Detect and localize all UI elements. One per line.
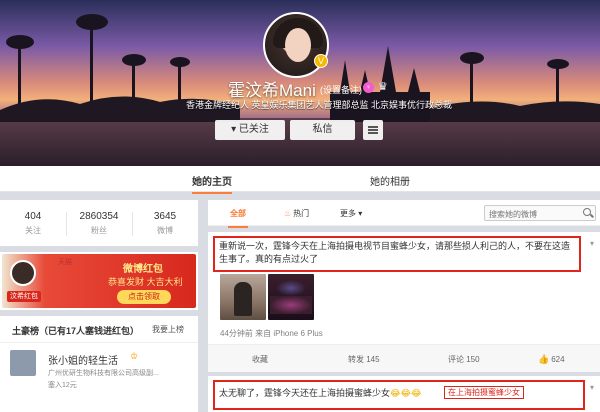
- menu-icon-bar: [368, 132, 378, 134]
- chevron-down-icon: ▾: [231, 124, 237, 135]
- stat-label: 微博: [157, 226, 173, 235]
- stat-label: 粉丝: [91, 226, 107, 235]
- post-image[interactable]: [220, 274, 266, 320]
- red-packet-title: 微博红包: [123, 264, 163, 275]
- profile-bio: 香港金牌经纪人 英皇娱乐集团艺人管理部总监 北京娱事优行政总裁: [186, 100, 453, 110]
- tab-home[interactable]: 她的主页: [192, 173, 232, 194]
- stat-value: 2860354: [79, 211, 119, 222]
- menu-icon-bar: [368, 126, 378, 128]
- filter-tab-hot-label: 热门: [293, 209, 310, 218]
- filter-tab-more[interactable]: 更多 ▾: [340, 208, 362, 219]
- avatar-face: [285, 28, 311, 62]
- post-text: 重新说一次，霆锋今天在上海拍摄电视节目蜜蜂少女，请那些损人利己的人，不要在这造生…: [213, 236, 581, 272]
- follow-button[interactable]: ▾ 已关注: [215, 120, 285, 140]
- red-packet-sponsor: 天猫: [58, 259, 72, 266]
- post-options-chevron-icon[interactable]: ▾: [590, 239, 594, 248]
- repost-button[interactable]: 转发 145: [348, 354, 380, 365]
- post-meta[interactable]: 44分钟前 来自 iPhone 6 Plus: [220, 328, 323, 339]
- divider: [0, 342, 198, 343]
- crown-icon: ♔: [130, 351, 139, 361]
- weibo-search-box[interactable]: [484, 205, 596, 222]
- menu-icon-bar: [368, 129, 378, 131]
- join-ranking-button[interactable]: 我要上榜: [152, 324, 184, 335]
- verified-badge-icon: V: [314, 54, 328, 68]
- weibo-search-input[interactable]: [485, 207, 577, 222]
- red-packet-owner-tag: 汶希红包: [7, 291, 41, 302]
- fire-icon: ♨: [284, 209, 292, 218]
- ranking-user-name[interactable]: 张小姐的轻生活: [48, 352, 118, 367]
- crown-icon: ♛: [378, 81, 388, 93]
- profile-avatar[interactable]: [263, 12, 329, 78]
- red-packet-card[interactable]: 汶希红包 天猫 微博红包 恭喜发财 大吉大利 点击领取: [0, 252, 198, 310]
- ranking-user-amount: 塞入12元: [48, 382, 77, 389]
- red-packet-avatar: [10, 260, 36, 286]
- filter-tab-all[interactable]: 全部: [228, 208, 248, 228]
- profile-cover: V 霍汶希Mani (设置备注) ♀ ♛ 香港金牌经纪人 英皇娱乐集团艺人管理部…: [0, 0, 600, 166]
- stat-weibo[interactable]: 3645 微博: [132, 211, 198, 236]
- post-text-content: 太无聊了，霆锋今天还在上海拍摄蜜蜂少女: [219, 388, 391, 398]
- thumbs-up-icon: 👍: [538, 354, 550, 364]
- profile-stats: 404 关注 2860354 粉丝 3645 微博: [0, 200, 198, 246]
- like-button[interactable]: 👍 624: [538, 354, 565, 365]
- stage-light: [276, 280, 306, 296]
- profile-tabs: 她的主页 她的相册: [0, 166, 600, 194]
- menu-button[interactable]: [363, 120, 383, 140]
- filter-tab-more-label: 更多: [340, 209, 356, 218]
- collect-button[interactable]: 收藏: [252, 354, 268, 365]
- stat-value: 404: [24, 211, 42, 222]
- tab-album[interactable]: 她的相册: [370, 173, 410, 188]
- set-remark-link[interactable]: (设置备注): [320, 83, 362, 96]
- chevron-down-icon: ▾: [358, 209, 363, 218]
- post-image[interactable]: [268, 274, 314, 320]
- stage-light: [270, 296, 312, 314]
- like-count: 624: [551, 355, 565, 364]
- red-packet-banner: 汶希红包 天猫 微博红包 恭喜发财 大吉大利 点击领取: [2, 254, 196, 308]
- weibo-post: 重新说一次，霆锋今天在上海拍摄电视节目蜜蜂少女，请那些损人利己的人，不要在这造生…: [208, 232, 600, 372]
- ranking-title: 土豪榜（已有17人塞钱进红包）: [12, 326, 140, 336]
- ranking-user-company: 广州优研生物科技有限公司高级副...: [48, 370, 159, 377]
- feed-filter-bar: 全部 ♨ 热门 更多 ▾: [208, 200, 600, 228]
- message-button[interactable]: 私信: [290, 120, 355, 140]
- stat-label: 关注: [25, 226, 41, 235]
- search-icon[interactable]: [583, 208, 591, 216]
- filter-tab-hot[interactable]: ♨ 热门: [284, 208, 309, 219]
- laugh-emoji-icons: 😂😂😂: [390, 388, 422, 398]
- red-packet-subtitle: 恭喜发财 大吉大利: [108, 277, 183, 287]
- person-silhouette: [234, 282, 252, 316]
- watermark-logo: 东方头条: [523, 385, 579, 401]
- claim-red-packet-button[interactable]: 点击领取: [117, 290, 171, 304]
- stat-following[interactable]: 404 关注: [0, 211, 66, 236]
- comment-button[interactable]: 评论 150: [448, 354, 480, 365]
- follow-button-label: 已关注: [238, 124, 269, 135]
- stat-value: 3645: [153, 211, 177, 222]
- member-icon: ♀: [363, 82, 374, 93]
- ranking-card: 土豪榜（已有17人塞钱进红包） 我要上榜 张小姐的轻生活 ♔ 广州优研生物科技有…: [0, 316, 198, 412]
- stat-fans[interactable]: 2860354 粉丝: [66, 211, 132, 236]
- ranking-user-avatar[interactable]: [10, 350, 36, 376]
- post-actions: 收藏 转发 145 评论 150 👍 624: [208, 344, 600, 372]
